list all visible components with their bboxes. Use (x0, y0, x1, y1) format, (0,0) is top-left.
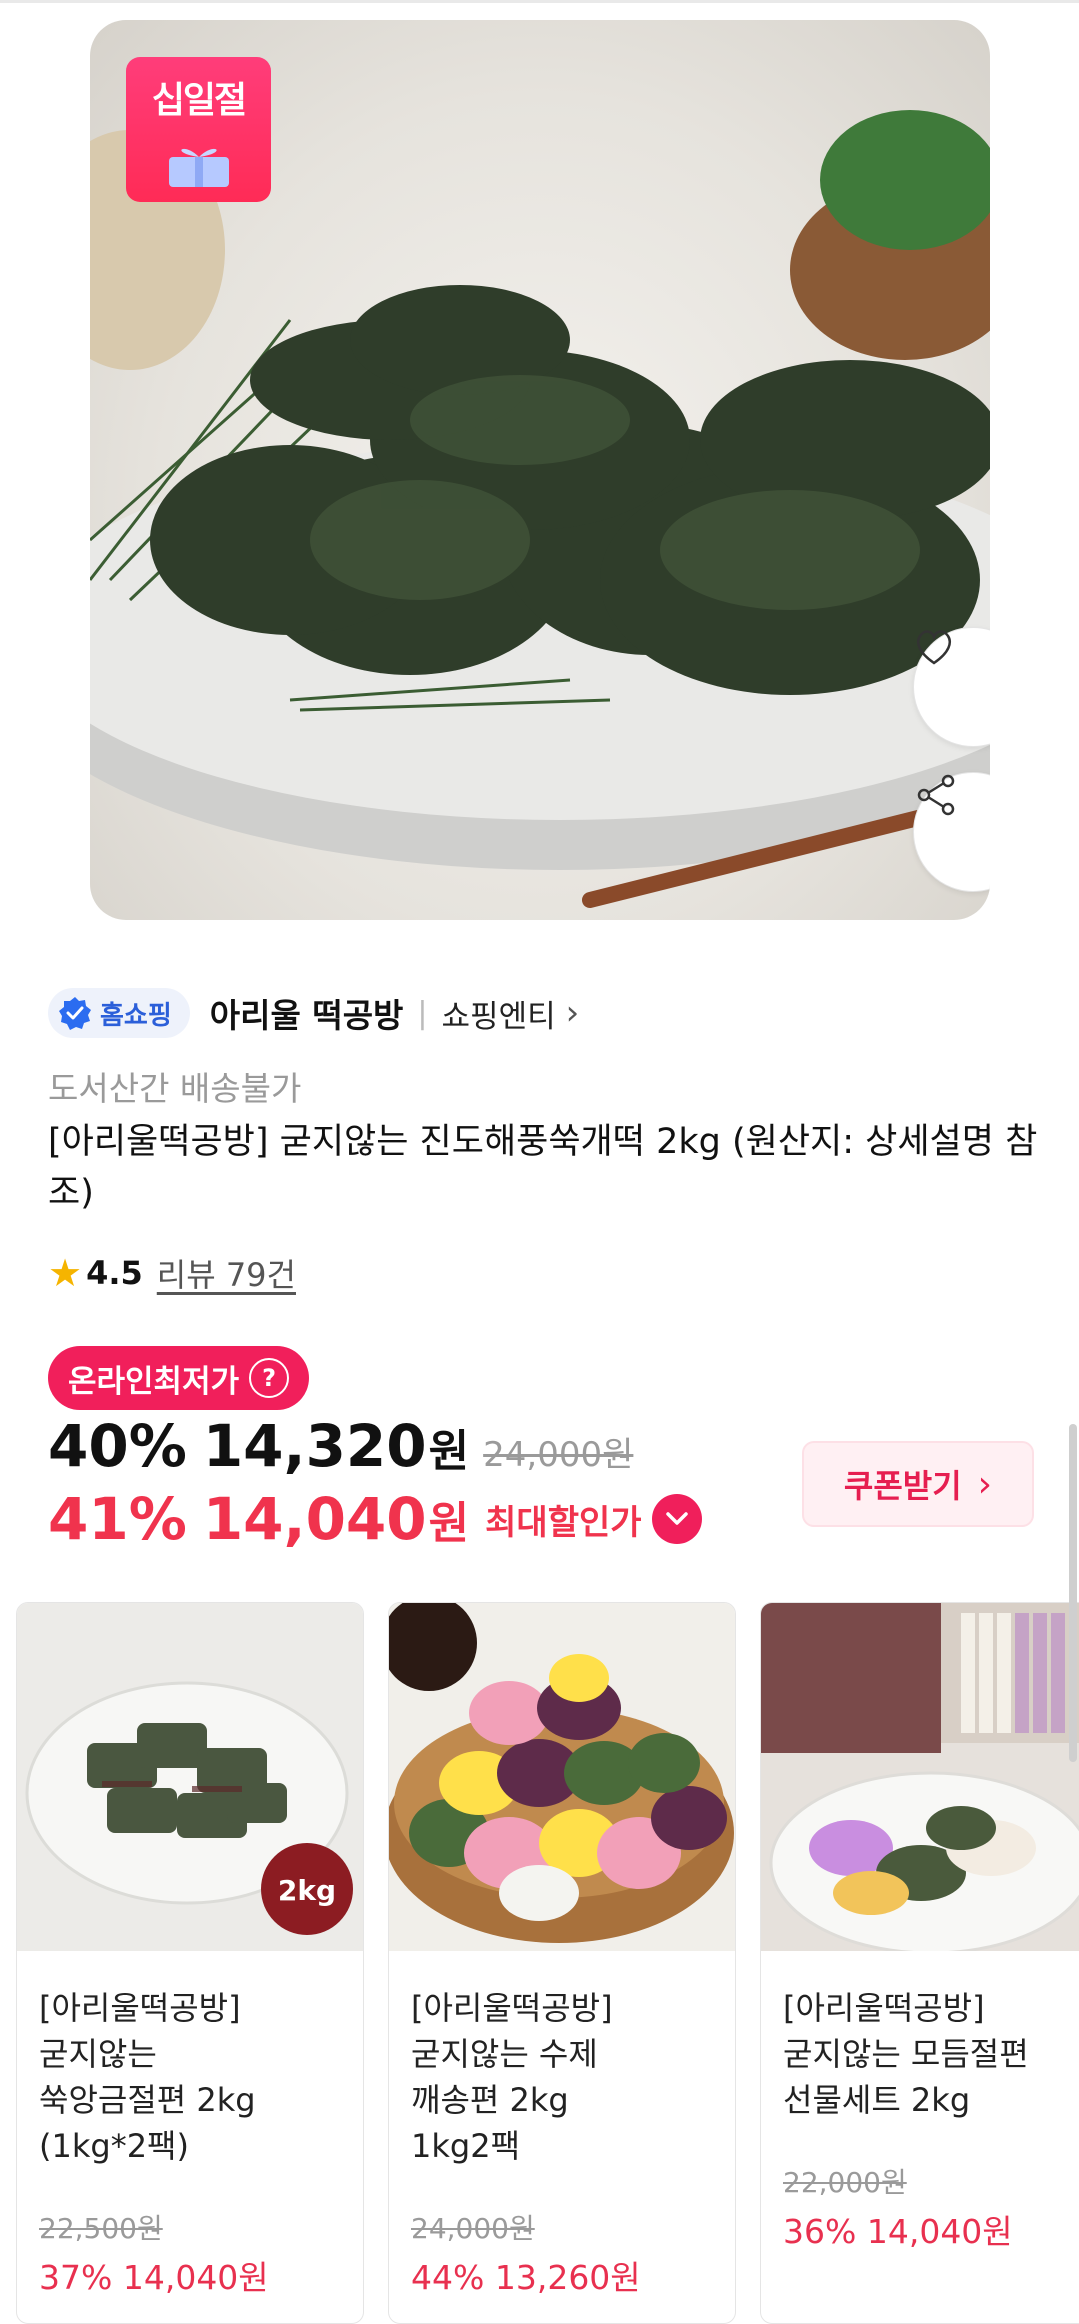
share-icon (917, 774, 955, 816)
discount-rate: 40% (48, 1412, 187, 1480)
max-discount-label[interactable]: 최대할인가 (485, 1495, 641, 1544)
star-icon: ★ (48, 1251, 83, 1295)
rating-score: 4.5 (86, 1254, 143, 1292)
chevron-down-icon[interactable] (651, 1494, 702, 1544)
chevron-right-icon[interactable]: › (566, 993, 580, 1033)
get-coupon-button[interactable]: 쿠폰받기 › (802, 1441, 1034, 1527)
card-original-price: 22,000원 (783, 2166, 907, 2199)
card-sale-price: 36% 14,040원 (783, 2212, 1013, 2251)
max-price-currency: 원 (428, 1498, 470, 1549)
card-sale-price: 37% 14,040원 (39, 2258, 269, 2297)
card-product-name: [아리울떡공방] 굳지않는 쑥앙금절편 2kg (1kg*2팩) (39, 1989, 256, 2165)
store-name[interactable]: 아리울 떡공방 (210, 989, 404, 1037)
card-original-price: 22,500원 (39, 2212, 163, 2245)
card-original-price: 24,000원 (411, 2212, 535, 2245)
max-discount-row: 41% 14,040 원 최대할인가 (48, 1485, 702, 1553)
sale-event-badge: 십일절 (126, 57, 271, 202)
channel-link[interactable]: 쇼핑엔티 (442, 991, 556, 1036)
sale-price-row: 40% 14,320 원 24,000원 (48, 1412, 633, 1480)
verified-check-icon (59, 997, 91, 1030)
product-image[interactable]: 십일절 (90, 20, 990, 920)
max-discount-price: 14,040 (202, 1485, 427, 1553)
product-title: [아리울떡공방] 굳지않는 진도해풍쑥개떡 2kg (원산지: 상세설명 참조) (48, 1122, 1038, 1213)
heart-icon (917, 630, 951, 665)
shipping-notice: 도서산간 배송불가 (48, 1069, 302, 1108)
scrollbar[interactable] (1069, 1424, 1077, 1762)
help-icon[interactable]: ? (249, 1358, 290, 1398)
card-product-name: [아리울떡공방] 굳지않는 모듬절편 선물세트 2kg (783, 1989, 1029, 2119)
card-sale-price: 44% 13,260원 (411, 2258, 641, 2297)
homeshopping-badge: 홈쇼핑 (48, 988, 190, 1038)
sale-price-currency: 원 (428, 1426, 470, 1477)
size-badge: 2kg (278, 1874, 336, 1907)
top-divider (0, 0, 1079, 3)
recommendation-card[interactable]: [아리울떡공방] 굳지않는 모듬절편 선물세트 2kg 22,000원 36% … (760, 1602, 1079, 2324)
card-product-name: [아리울떡공방] 굳지않는 수제 깨송편 2kg 1kg2팩 (411, 1989, 613, 2165)
homeshopping-label: 홈쇼핑 (100, 1000, 172, 1031)
product-thumbnail: 2kg (17, 1603, 363, 1951)
product-thumbnail (761, 1603, 1079, 1951)
rating-row: ★ 4.5 리뷰 79건 (48, 1250, 296, 1296)
product-thumbnail (389, 1603, 735, 1951)
original-price: 24,000원 (483, 1435, 634, 1475)
lowest-price-badge[interactable]: 온라인최저가 ? (48, 1346, 310, 1410)
recommendation-card[interactable]: [아리울떡공방] 굳지않는 수제 깨송편 2kg 1kg2팩 24,000원 4… (388, 1602, 736, 2324)
review-count-link[interactable]: 리뷰 79건 (157, 1250, 296, 1296)
store-row: 홈쇼핑 아리울 떡공방 | 쇼핑엔티 › (48, 985, 579, 1041)
sale-price: 14,320 (202, 1412, 427, 1480)
recommendation-card[interactable]: 2kg [아리울떡공방] 굳지않는 쑥앙금절편 2kg (1kg*2팩) 22,… (16, 1602, 364, 2324)
gift-icon (169, 148, 229, 187)
lowest-price-label: 온라인최저가 (68, 1363, 240, 1400)
max-discount-rate: 41% (48, 1485, 187, 1553)
badge-text: 십일절 (151, 80, 247, 121)
store-separator: | (417, 995, 428, 1031)
chevron-right-icon: › (977, 1463, 993, 1505)
coupon-label: 쿠폰받기 (843, 1467, 962, 1505)
